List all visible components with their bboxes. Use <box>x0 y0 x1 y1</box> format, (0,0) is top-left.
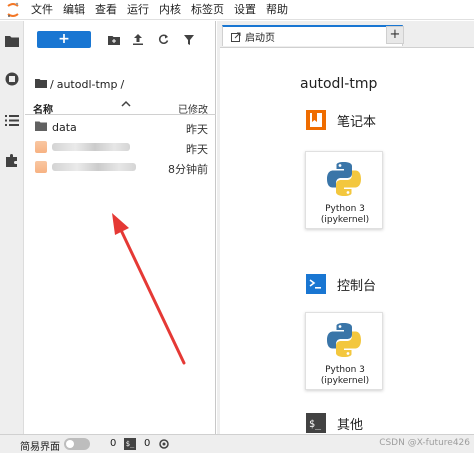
activity-bar <box>0 21 24 434</box>
breadcrumb-root[interactable]: / <box>50 78 54 91</box>
file-row-redacted[interactable]: 昨天 <box>25 137 216 157</box>
menu-run[interactable]: 运行 <box>122 0 154 20</box>
kernel-status-icon[interactable] <box>158 438 170 453</box>
kernel-count: 0 <box>144 438 151 449</box>
menu-settings[interactable]: 设置 <box>229 0 261 20</box>
extension-icon[interactable] <box>0 145 24 175</box>
notebook-python3-card[interactable]: Python 3 (ipykernel) <box>305 151 383 229</box>
toc-icon[interactable] <box>0 105 24 135</box>
launcher-cwd-title: autodl-tmp <box>300 76 378 92</box>
file-browser: + / autodl-tmp / 名称 已修改 data 昨天 昨天 8分钟前 <box>25 21 216 434</box>
launcher-tab-icon <box>231 32 241 42</box>
status-bar: 简易界面 0 $_ 0 CSDN @X-future426 <box>0 434 474 453</box>
kernel-spec: (ipykernel) <box>320 376 370 386</box>
tab-label: 启动页 <box>245 33 275 44</box>
terminal-icon: $_ <box>305 412 327 434</box>
redacted-file-name <box>52 143 130 151</box>
tab-launcher[interactable]: 启动页 ✕ <box>222 25 403 46</box>
console-icon <box>305 273 327 295</box>
file-modified: 昨天 <box>186 123 208 136</box>
add-tab-button[interactable]: + <box>386 26 404 44</box>
section-title: 其他 <box>337 417 364 433</box>
file-browser-toolbar: + <box>25 21 216 55</box>
breadcrumb-separator: / <box>120 77 125 91</box>
chevron-up-icon[interactable] <box>121 100 131 111</box>
jupyter-logo-icon <box>0 0 26 20</box>
redacted-file-name <box>52 163 136 171</box>
running-icon[interactable] <box>0 64 24 94</box>
main-area: 启动页 ✕ + autodl-tmp 笔记本 Python 3 (ipykern… <box>217 21 474 434</box>
simple-mode-label: 简易界面 <box>20 442 60 453</box>
filter-icon[interactable] <box>180 31 198 48</box>
folder-icon <box>35 121 47 134</box>
breadcrumb-folder[interactable]: autodl-tmp <box>57 78 118 91</box>
simple-mode-toggle[interactable] <box>64 438 90 450</box>
menu-file[interactable]: 文件 <box>26 0 58 20</box>
python-icon <box>327 162 361 196</box>
column-name-header[interactable]: 名称 <box>33 101 53 116</box>
file-name: data <box>52 121 77 134</box>
refresh-icon[interactable] <box>154 31 172 48</box>
new-launcher-button[interactable]: + <box>37 31 91 48</box>
notebook-icon <box>305 109 327 131</box>
file-modified: 8分钟前 <box>168 163 208 176</box>
file-icon <box>35 161 47 173</box>
section-console: 控制台 <box>305 273 376 295</box>
new-folder-icon[interactable] <box>105 31 123 48</box>
menu-edit[interactable]: 编辑 <box>58 0 90 20</box>
file-row-redacted[interactable]: 8分钟前 <box>25 157 216 177</box>
section-other: $_ 其他 <box>305 412 363 434</box>
breadcrumb: / autodl-tmp / <box>35 77 127 91</box>
menu-bar: 文件 编辑 查看 运行 内核 标签页 设置 帮助 <box>0 0 474 20</box>
kernel-name: Python 3 <box>325 204 365 214</box>
console-python3-card[interactable]: Python 3 (ipykernel) <box>305 312 383 390</box>
python-icon <box>327 323 361 357</box>
menu-tabs[interactable]: 标签页 <box>186 0 229 20</box>
file-icon <box>35 141 47 153</box>
menu-view[interactable]: 查看 <box>90 0 122 20</box>
menu-kernel[interactable]: 内核 <box>154 0 186 20</box>
file-modified: 昨天 <box>186 143 208 156</box>
file-list-header: 名称 已修改 <box>25 97 216 116</box>
terminal-icon[interactable]: $_ <box>124 438 136 450</box>
watermark: CSDN @X-future426 <box>379 438 470 448</box>
folder-icon[interactable] <box>0 26 24 56</box>
section-title: 控制台 <box>337 278 377 294</box>
upload-icon[interactable] <box>129 31 147 48</box>
section-notebook: 笔记本 <box>305 109 376 131</box>
file-row-data[interactable]: data 昨天 <box>25 117 216 137</box>
launcher-panel: autodl-tmp 笔记本 Python 3 (ipykernel) 控制台 <box>220 47 474 434</box>
section-title: 笔记本 <box>337 114 377 130</box>
column-modified-header[interactable]: 已修改 <box>178 101 208 116</box>
terminal-count: 0 <box>110 438 117 449</box>
kernel-spec: (ipykernel) <box>320 215 370 225</box>
breadcrumb-folder-icon[interactable] <box>35 78 47 91</box>
menu-help[interactable]: 帮助 <box>261 0 293 20</box>
kernel-name: Python 3 <box>325 365 365 375</box>
svg-text:$_: $_ <box>309 419 322 430</box>
